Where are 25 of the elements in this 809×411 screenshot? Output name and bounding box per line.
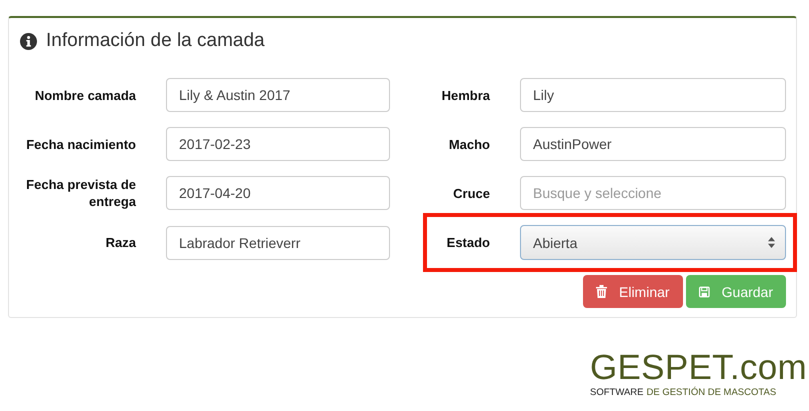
text-field[interactable]: AustinPower <box>520 127 786 161</box>
field-label: Fecha nacimiento <box>25 136 136 152</box>
updown-icon <box>768 237 775 248</box>
panel-title: Información de la camada <box>46 30 265 52</box>
status-select[interactable]: Abierta <box>520 225 786 260</box>
text-field[interactable]: 2017-02-23 <box>166 127 390 161</box>
floppy-icon <box>699 286 710 298</box>
text-field[interactable]: Busque y seleccione <box>520 176 786 210</box>
delete-button[interactable]: Eliminar <box>583 275 683 308</box>
logo-wordmark: GESPET.com <box>590 352 808 384</box>
field-label: Cruce <box>452 184 490 202</box>
text-field[interactable]: Lily & Austin 2017 <box>166 78 390 112</box>
field-label: Fecha prevista de entrega <box>25 176 136 210</box>
logo-tagline: DE GESTIÓN DE MASCOTAS <box>646 387 776 398</box>
text-field[interactable]: Lily <box>520 78 786 112</box>
field-label: Hembra <box>440 86 490 104</box>
info-icon <box>20 32 37 50</box>
field-label: Raza <box>104 234 136 251</box>
field-label: Nombre camada <box>34 86 136 104</box>
text-field[interactable]: 2017-04-20 <box>166 176 390 210</box>
field-label: Estado <box>446 234 490 251</box>
text-field[interactable]: Labrador Retrieverr <box>166 226 390 260</box>
trash-icon <box>596 285 607 298</box>
logo-tagline: SOFTWARE <box>590 387 644 398</box>
field-label: Macho <box>448 136 490 152</box>
